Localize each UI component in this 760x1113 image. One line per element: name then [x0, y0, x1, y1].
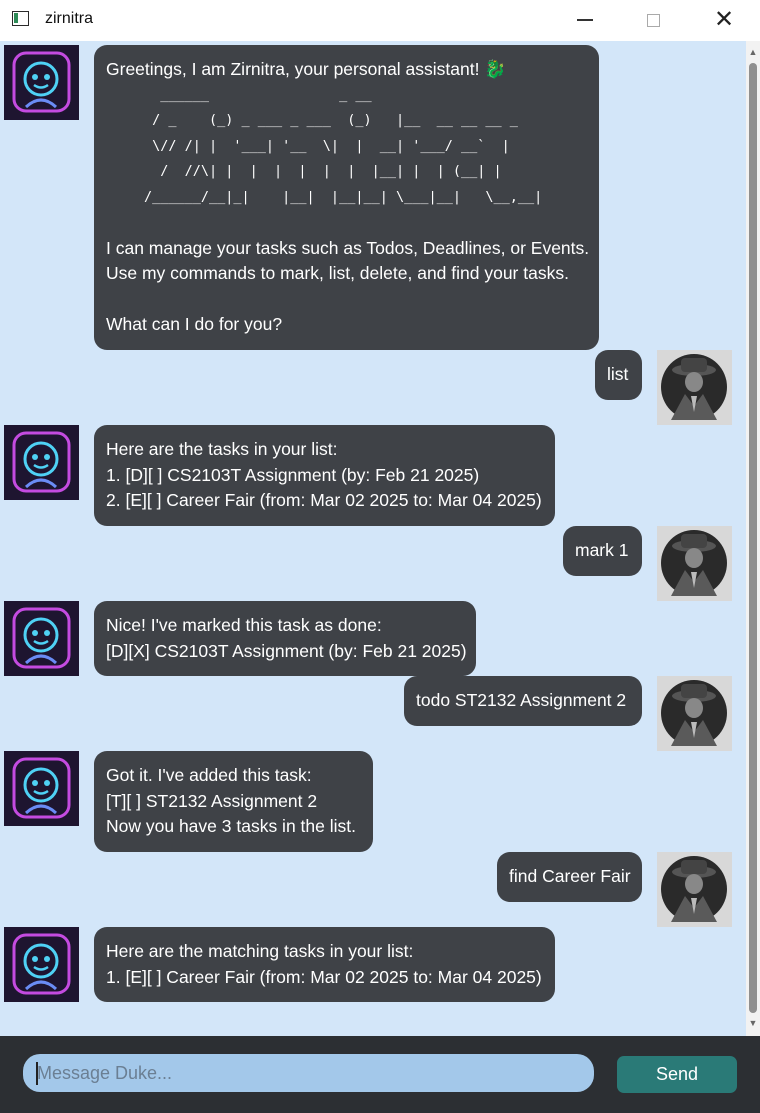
user-avatar-icon: [657, 350, 732, 425]
minimize-button[interactable]: [562, 0, 608, 40]
greeting-line: What can I do for you?: [106, 314, 283, 334]
message-line: mark 1: [575, 540, 629, 560]
user-message-bubble: list: [595, 350, 642, 400]
bot-message-bubble: Nice! I've marked this task as done: [D]…: [94, 601, 476, 676]
minimize-icon: [577, 19, 593, 21]
bot-avatar-icon: [4, 45, 79, 120]
bot-avatar-icon: [4, 425, 79, 500]
chat-scroll-pane[interactable]: Greetings, I am Zirnitra, your personal …: [0, 41, 746, 1036]
message-line: 2. [E][ ] Career Fair (from: Mar 02 2025…: [106, 490, 542, 510]
message-line: list: [607, 364, 629, 384]
send-button[interactable]: Send: [617, 1056, 737, 1093]
message-line: 1. [D][ ] CS2103T Assignment (by: Feb 21…: [106, 464, 480, 485]
user-message-bubble: mark 1: [563, 526, 642, 576]
title-bar: zirnitra ✕: [0, 0, 760, 40]
greeting-line: [106, 287, 587, 313]
message-line: [D][X] CS2103T Assignment (by: Feb 21 20…: [106, 640, 467, 661]
bot-message-bubble: Here are the tasks in your list: 1. [D][…: [94, 425, 555, 526]
scrollbar-thumb[interactable]: [749, 63, 757, 1013]
message-input[interactable]: [23, 1054, 594, 1092]
user-avatar-icon: [657, 852, 732, 927]
scroll-down-icon[interactable]: ▼: [748, 1018, 758, 1028]
ascii-art-line: / _ (_) _ ___ _ ___ (_) |__ __ __ __ _: [144, 112, 518, 128]
greeting-line: Greetings, I am Zirnitra, your personal …: [106, 59, 507, 79]
ascii-art-line: ______ _ __: [144, 86, 372, 103]
ascii-art-line: \// /| | '___| '__ \| | __| '___/ __` |: [144, 137, 510, 154]
bot-greeting-bubble: Greetings, I am Zirnitra, your personal …: [94, 45, 599, 350]
text-caret: [36, 1062, 38, 1085]
message-line: Nice! I've marked this task as done:: [106, 615, 382, 635]
close-button[interactable]: ✕: [701, 0, 747, 40]
close-icon: ✕: [713, 6, 735, 33]
bot-message-bubble: Here are the matching tasks in your list…: [94, 927, 555, 1002]
app-icon: [12, 11, 29, 26]
scroll-up-icon[interactable]: ▲: [748, 47, 758, 57]
vertical-scrollbar[interactable]: ▲ ▼: [746, 41, 760, 1036]
message-line: find Career Fair: [509, 866, 631, 886]
greeting-line: I can manage your tasks such as Todos, D…: [106, 237, 590, 258]
message-line: Here are the tasks in your list:: [106, 439, 338, 459]
message-line: [T][ ] ST2132 Assignment 2: [106, 790, 318, 811]
maximize-icon: [646, 13, 660, 27]
ascii-art-line: /______/__|_| |__| |__|__| \___|__| \__,…: [144, 188, 543, 205]
greeting-line: Use my commands to mark, list, delete, a…: [106, 263, 569, 283]
message-line: 1. [E][ ] Career Fair (from: Mar 02 2025…: [106, 966, 542, 987]
message-line: Got it. I've added this task:: [106, 765, 312, 785]
bot-avatar-icon: [4, 751, 79, 826]
user-message-bubble: todo ST2132 Assignment 2: [404, 676, 642, 726]
message-line: Here are the matching tasks in your list…: [106, 941, 414, 961]
ascii-art-line: / //\| | | | | | | |__| | | (__| |: [144, 163, 502, 179]
message-line: Now you have 3 tasks in the list.: [106, 816, 356, 836]
user-avatar-icon: [657, 526, 732, 601]
bot-message-bubble: Got it. I've added this task: [T][ ] ST2…: [94, 751, 373, 852]
bot-avatar-icon: [4, 601, 79, 676]
bot-avatar-icon: [4, 927, 79, 1002]
maximize-button[interactable]: [630, 0, 676, 40]
window-title: zirnitra: [45, 10, 94, 27]
user-message-bubble: find Career Fair: [497, 852, 642, 902]
user-avatar-icon: [657, 676, 732, 751]
message-line: todo ST2132 Assignment 2: [416, 690, 627, 710]
